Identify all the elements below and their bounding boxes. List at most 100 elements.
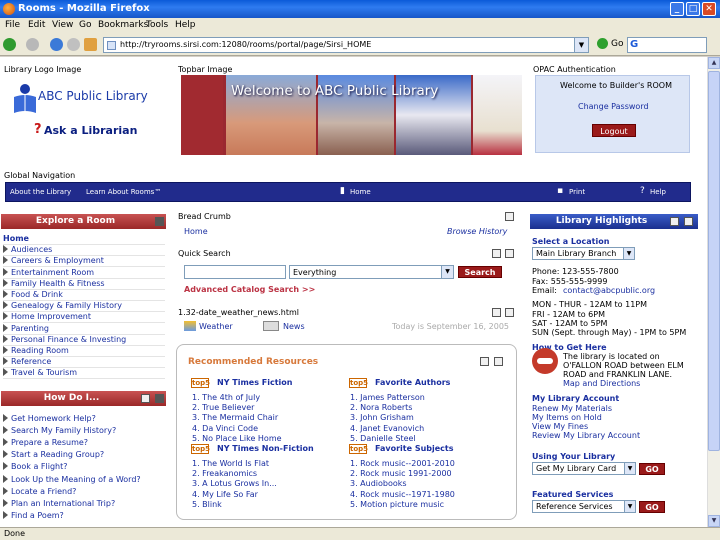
recommended-panel-icon[interactable] <box>494 357 503 366</box>
how-do-i-item[interactable]: Search My Family History? <box>3 426 165 437</box>
library-name[interactable]: ABC Public Library <box>38 89 148 103</box>
explore-item[interactable]: Audiences <box>3 245 165 257</box>
email-link[interactable]: contact@abcpublic.org <box>563 286 655 295</box>
library-card-go-button[interactable]: GO <box>639 463 665 475</box>
forward-icon[interactable] <box>26 38 39 51</box>
file-edit-icon[interactable] <box>492 308 501 317</box>
how-do-i-item[interactable]: Locate a Friend? <box>3 486 165 498</box>
panel-edit-icon[interactable] <box>141 394 150 403</box>
recommended-edit-icon[interactable] <box>480 357 489 366</box>
maximize-button[interactable]: □ <box>686 2 700 16</box>
nav-learn-rooms[interactable]: Learn About Rooms™ <box>86 188 161 196</box>
resource-list-title[interactable]: NY Times Fiction <box>217 378 293 387</box>
weather-link[interactable]: Weather <box>199 322 233 331</box>
breadcrumb-panel-icon[interactable] <box>505 212 514 221</box>
scroll-thumb[interactable] <box>708 71 720 451</box>
explore-item[interactable]: Home <box>3 234 165 245</box>
explore-item[interactable]: Home Improvement <box>3 312 165 324</box>
search-button[interactable]: Search <box>458 266 502 278</box>
panel-minimize-icon[interactable] <box>155 394 164 403</box>
google-search-box[interactable]: G <box>627 37 707 53</box>
renew-materials-link[interactable]: Renew My Materials <box>532 404 612 413</box>
panel-minimize-icon[interactable] <box>155 217 164 226</box>
scroll-down-icon[interactable]: ▼ <box>708 515 720 527</box>
explore-item[interactable]: Reading Room <box>3 346 165 357</box>
resource-list-item[interactable]: 3. Audiobooks <box>350 479 407 488</box>
home-icon[interactable] <box>84 38 97 51</box>
how-do-i-item[interactable]: Book a Flight? <box>3 462 165 473</box>
menu-file[interactable]: File <box>5 20 20 30</box>
nav-home[interactable]: Home <box>350 188 371 196</box>
resource-list-item[interactable]: 5. No Place Like Home <box>192 434 282 443</box>
quick-search-input[interactable] <box>184 265 286 279</box>
quick-search-edit-icon[interactable] <box>492 249 501 258</box>
how-do-i-item[interactable]: Get Homework Help? <box>3 414 165 425</box>
menu-view[interactable]: View <box>52 20 73 30</box>
featured-services-go-button[interactable]: GO <box>639 501 665 513</box>
chevron-down-icon[interactable]: ▼ <box>441 266 453 278</box>
file-panel-icon[interactable] <box>505 308 514 317</box>
resource-list-item[interactable]: 1. Rock music--2001-2010 <box>350 459 455 468</box>
url-dropdown-icon[interactable]: ▼ <box>574 38 588 52</box>
resource-list-item[interactable]: 2. Rock music 1991-2000 <box>350 469 452 478</box>
resource-list-item[interactable]: 5. Motion picture music <box>350 500 444 509</box>
stop-icon[interactable] <box>67 38 80 51</box>
resource-list-item[interactable]: 1. The World Is Flat <box>192 459 269 468</box>
map-directions-link[interactable]: Map and Directions <box>563 379 640 388</box>
review-account-link[interactable]: Review My Library Account <box>532 431 640 440</box>
resource-list-item[interactable]: 3. A Lotus Grows In... <box>192 479 277 488</box>
resource-list-item[interactable]: 2. Nora Roberts <box>350 403 412 412</box>
explore-item[interactable]: Travel & Tourism <box>3 368 165 380</box>
resource-list-item[interactable]: 3. The Mermaid Chair <box>192 413 278 422</box>
resource-list-item[interactable]: 1. The 4th of July <box>192 393 260 402</box>
how-do-i-item[interactable]: Start a Reading Group? <box>3 450 165 461</box>
explore-item[interactable]: Reference <box>3 357 165 369</box>
resource-list-item[interactable]: 4. Janet Evanovich <box>350 424 424 433</box>
resource-list-item[interactable]: 5. Danielle Steel <box>350 434 416 443</box>
reload-icon[interactable] <box>50 38 63 51</box>
minimize-button[interactable]: _ <box>670 2 684 16</box>
how-do-i-item[interactable]: Plan an International Trip? <box>3 498 165 510</box>
explore-item[interactable]: Careers & Employment <box>3 256 165 268</box>
items-on-hold-link[interactable]: My Items on Hold <box>532 413 602 422</box>
menu-bookmarks[interactable]: Bookmarks <box>98 20 148 30</box>
explore-item[interactable]: Parenting <box>3 323 165 335</box>
explore-item[interactable]: Entertainment Room <box>3 267 165 279</box>
quick-search-panel-icon[interactable] <box>505 249 514 258</box>
resource-list-item[interactable]: 2. True Believer <box>192 403 254 412</box>
resource-list-title[interactable]: Favorite Authors <box>375 378 450 387</box>
menu-tools[interactable]: Tools <box>146 20 168 30</box>
ask-a-librarian-link[interactable]: Ask a Librarian <box>44 124 137 137</box>
resource-list-item[interactable]: 3. John Grisham <box>350 413 414 422</box>
menu-help[interactable]: Help <box>175 20 196 30</box>
resource-list-item[interactable]: 4. Da Vinci Code <box>192 424 258 433</box>
nav-print[interactable]: Print <box>569 188 585 196</box>
how-do-i-item[interactable]: Find a Poem? <box>3 510 165 522</box>
view-fines-link[interactable]: View My Fines <box>532 422 588 431</box>
browse-history-link[interactable]: Browse History <box>447 227 507 236</box>
menu-edit[interactable]: Edit <box>28 20 45 30</box>
highlights-panel-icon[interactable] <box>684 217 693 226</box>
menu-go[interactable]: Go <box>79 20 91 30</box>
explore-item[interactable]: Family Health & Fitness <box>3 278 165 290</box>
resource-list-item[interactable]: 5. Blink <box>192 500 222 509</box>
nav-help[interactable]: Help <box>650 188 666 196</box>
breadcrumb-home[interactable]: Home <box>184 227 208 236</box>
featured-services-select[interactable]: Reference Services ▼ <box>532 500 636 513</box>
resource-list-title[interactable]: NY Times Non-Fiction <box>217 444 314 453</box>
chevron-down-icon[interactable]: ▼ <box>624 501 635 512</box>
close-button[interactable]: ✕ <box>702 2 716 16</box>
change-password-link[interactable]: Change Password <box>578 102 649 111</box>
news-link[interactable]: News <box>283 322 305 331</box>
advanced-catalog-search-link[interactable]: Advanced Catalog Search >> <box>184 285 315 294</box>
resource-list-item[interactable]: 1. James Patterson <box>350 393 425 402</box>
resource-list-item[interactable]: 4. My Life So Far <box>192 490 258 499</box>
vertical-scrollbar[interactable]: ▲ ▼ <box>707 57 720 527</box>
chevron-down-icon[interactable]: ▼ <box>623 248 634 259</box>
back-icon[interactable] <box>3 38 16 51</box>
location-select[interactable]: Main Library Branch ▼ <box>532 247 635 260</box>
logout-button[interactable]: Logout <box>592 124 636 137</box>
nav-about-library[interactable]: About the Library <box>10 188 71 196</box>
how-do-i-item[interactable]: Look Up the Meaning of a Word? <box>3 474 165 486</box>
resource-list-item[interactable]: 4. Rock music--1971-1980 <box>350 490 455 499</box>
